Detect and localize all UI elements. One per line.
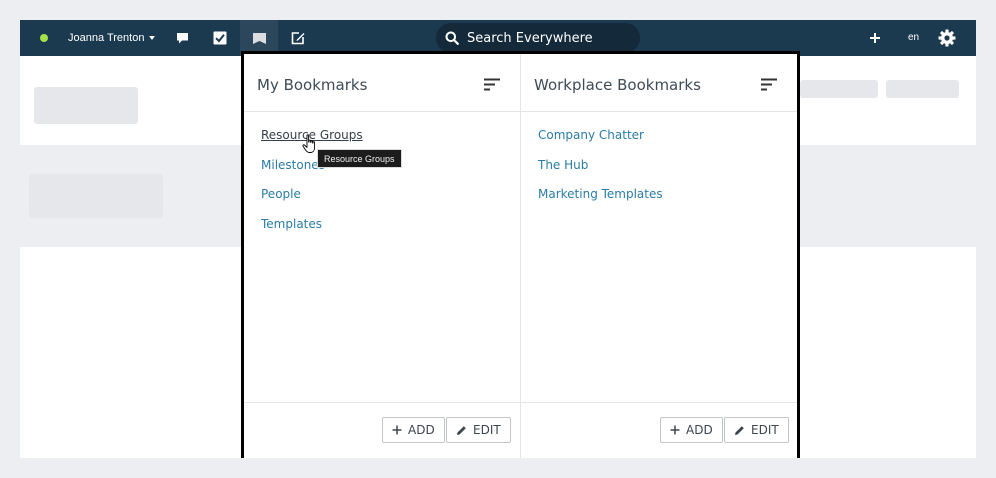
online-status-indicator — [40, 34, 48, 42]
my-bookmarks-header: My Bookmarks — [244, 54, 520, 112]
loading-placeholder — [800, 80, 878, 98]
chat-button[interactable] — [163, 20, 201, 56]
workplace-bookmarks-list: Company Chatter The Hub Marketing Templa… — [521, 112, 797, 215]
caret-down-icon — [149, 36, 156, 41]
sort-icon[interactable] — [761, 78, 777, 91]
list-item: The Hub — [538, 156, 797, 186]
list-item: Company Chatter — [538, 126, 797, 156]
language-selector[interactable]: en — [908, 20, 919, 56]
my-bookmarks-add-button[interactable]: ADD — [382, 417, 445, 443]
add-label: ADD — [686, 423, 713, 437]
search-input[interactable] — [467, 30, 627, 46]
tasks-checkbox-icon — [213, 31, 227, 45]
plus-icon — [392, 425, 402, 435]
bookmark-link-company-chatter[interactable]: Company Chatter — [538, 128, 644, 142]
workplace-bookmarks-title: Workplace Bookmarks — [534, 76, 701, 94]
tooltip: Resource Groups — [317, 149, 402, 168]
plus-icon — [670, 425, 680, 435]
search-bar[interactable] — [436, 23, 640, 53]
plus-icon — [870, 33, 880, 43]
compose-icon — [291, 32, 305, 45]
bookmark-link-milestones[interactable]: Milestones — [261, 158, 325, 172]
settings-button[interactable] — [928, 20, 966, 56]
tasks-button[interactable] — [201, 20, 239, 56]
bookmark-link-templates[interactable]: Templates — [261, 217, 322, 231]
workplace-bookmarks-edit-button[interactable]: EDIT — [724, 417, 789, 443]
pencil-icon — [735, 425, 744, 435]
bookmark-link-people[interactable]: People — [261, 187, 301, 201]
sort-icon[interactable] — [484, 78, 500, 91]
workplace-bookmarks-footer: ADD EDIT — [521, 402, 797, 458]
my-bookmarks-column: My Bookmarks Resource Groups Milestones … — [244, 54, 520, 458]
add-button[interactable] — [856, 20, 894, 56]
bookmarks-panel: My Bookmarks Resource Groups Milestones … — [241, 51, 800, 458]
hand-cursor-icon — [302, 134, 316, 153]
user-name: Joanna Trenton — [68, 32, 145, 44]
chat-icon — [176, 32, 188, 43]
list-item: Marketing Templates — [538, 185, 797, 215]
gear-icon — [938, 29, 956, 47]
list-item: People — [261, 185, 520, 215]
my-bookmarks-list: Resource Groups Milestones People Templa… — [244, 112, 520, 244]
loading-placeholder — [886, 80, 959, 98]
user-menu[interactable]: Joanna Trenton — [68, 20, 156, 56]
list-item: Templates — [261, 215, 520, 245]
pencil-icon — [457, 425, 466, 435]
edit-label: EDIT — [473, 423, 501, 437]
bookmark-link-the-hub[interactable]: The Hub — [538, 158, 588, 172]
add-label: ADD — [408, 423, 435, 437]
workplace-bookmarks-header: Workplace Bookmarks — [521, 54, 797, 112]
my-bookmarks-edit-button[interactable]: EDIT — [446, 417, 511, 443]
loading-placeholder — [29, 174, 163, 218]
bookmarks-icon — [252, 32, 266, 44]
bookmark-link-marketing-templates[interactable]: Marketing Templates — [538, 187, 663, 201]
my-bookmarks-title: My Bookmarks — [257, 76, 368, 94]
loading-placeholder — [34, 87, 138, 124]
edit-label: EDIT — [751, 423, 779, 437]
workplace-bookmarks-add-button[interactable]: ADD — [660, 417, 723, 443]
my-bookmarks-footer: ADD EDIT — [244, 402, 520, 458]
workplace-bookmarks-column: Workplace Bookmarks Company Chatter The … — [520, 54, 797, 458]
search-icon — [445, 31, 459, 45]
